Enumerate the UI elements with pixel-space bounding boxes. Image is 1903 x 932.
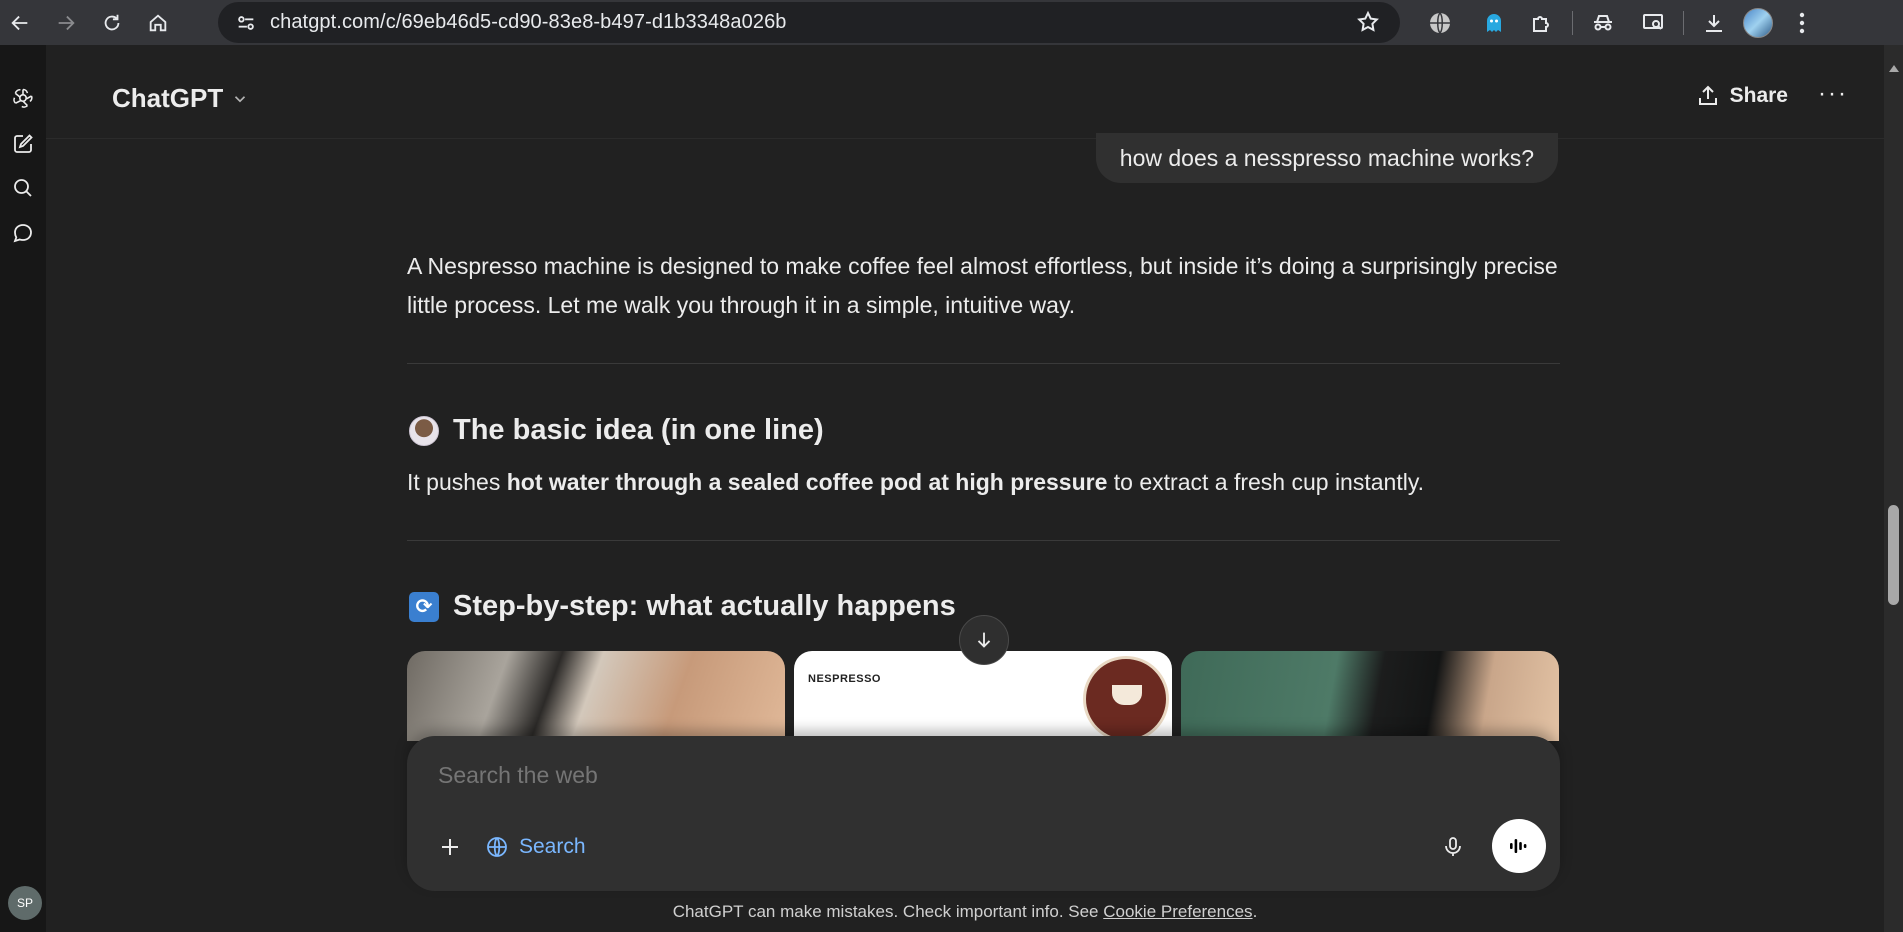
heading-basic-idea-text: The basic idea (in one line) [453, 414, 824, 446]
share-button[interactable]: Share [1696, 84, 1788, 108]
heading-step-by-step-text: Step-by-step: what actually happens [453, 590, 956, 622]
assistant-intro-paragraph: A Nespresso machine is designed to make … [407, 253, 1558, 318]
add-attachment-button[interactable] [433, 830, 467, 864]
scrollbar-thumb[interactable] [1888, 505, 1899, 605]
chevron-down-icon [235, 95, 246, 102]
screen-search-icon[interactable] [1631, 1, 1675, 45]
heading-step-by-step: ⟳ Step-by-step: what actually happens [409, 590, 956, 623]
coffee-logo [1083, 656, 1169, 741]
reload-icon[interactable] [94, 5, 130, 41]
browser-toolbar: chatgpt.com/c/69eb46d5-cd90-83e8-b497-d1… [0, 0, 1903, 45]
back-icon[interactable] [2, 5, 38, 41]
basic-idea-text-before: It pushes [407, 469, 507, 495]
cycle-arrows-icon: ⟳ [409, 591, 439, 622]
chat-icon[interactable] [6, 216, 40, 250]
page-scrollbar[interactable] [1884, 45, 1903, 932]
disclaimer-end: . [1252, 902, 1258, 921]
search-icon[interactable] [6, 171, 40, 205]
url-text[interactable]: chatgpt.com/c/69eb46d5-cd90-83e8-b497-d1… [270, 11, 787, 34]
profile-avatar[interactable] [1736, 1, 1780, 45]
image-result-3[interactable] [1181, 651, 1559, 741]
basic-idea-bold-text: hot water through a sealed coffee pod at… [506, 469, 1108, 495]
search-tool-label: Search [519, 835, 586, 858]
forward-icon[interactable] [48, 5, 84, 41]
image-result-1[interactable] [407, 651, 785, 741]
model-selector[interactable]: ChatGPT [112, 83, 249, 114]
scroll-to-bottom-button[interactable] [959, 615, 1009, 665]
model-title: ChatGPT [112, 83, 224, 113]
voice-mode-button[interactable] [1492, 819, 1546, 873]
more-options-button[interactable]: ··· [1818, 82, 1848, 106]
basic-idea-paragraph: It pushes hot water through a sealed cof… [407, 469, 1560, 496]
heading-basic-idea: The basic idea (in one line) [409, 414, 824, 447]
openai-logo-icon[interactable] [6, 81, 40, 115]
home-icon[interactable] [140, 5, 176, 41]
address-bar[interactable]: chatgpt.com/c/69eb46d5-cd90-83e8-b497-d1… [218, 2, 1400, 43]
share-label: Share [1729, 84, 1788, 107]
microphone-button[interactable] [1438, 832, 1468, 862]
scroll-up-arrow-icon[interactable] [1889, 65, 1899, 72]
section-divider [407, 363, 1560, 364]
disclaimer-text: ChatGPT can make mistakes. Check importa… [46, 902, 1884, 922]
prompt-input[interactable] [438, 762, 1438, 789]
section-divider [407, 540, 1560, 541]
ghost-icon[interactable] [1472, 1, 1516, 45]
puzzle-icon[interactable] [1520, 1, 1564, 45]
globe-icon[interactable] [1418, 1, 1462, 45]
message-composer: Search [407, 736, 1560, 891]
download-icon[interactable] [1692, 1, 1736, 45]
disclaimer-body: ChatGPT can make mistakes. Check importa… [672, 902, 1104, 921]
extension-toolbar [1418, 0, 1824, 45]
bookmark-star-icon[interactable] [1356, 10, 1380, 39]
toolbar-divider [1572, 10, 1573, 35]
sidebar-rail: SP [0, 45, 46, 932]
share-icon [1698, 85, 1717, 105]
cookie-preferences-link[interactable]: Cookie Preferences [1103, 902, 1252, 921]
toolbar-divider [1683, 10, 1684, 35]
site-info-icon[interactable] [226, 3, 266, 43]
search-tool-button[interactable]: Search [485, 830, 586, 864]
coffee-cup-icon [409, 415, 439, 446]
menu-dots-icon[interactable] [1780, 1, 1824, 45]
incognito-icon[interactable] [1581, 1, 1625, 45]
nespresso-brand-text: NESPRESSO [808, 673, 881, 685]
chat-header: ChatGPT Share ··· [46, 45, 1884, 139]
user-message: how does a nesspresso machine works? [1095, 133, 1558, 183]
user-avatar[interactable]: SP [8, 886, 42, 920]
new-chat-icon[interactable] [6, 127, 40, 161]
conversation-area: how does a nesspresso machine works? A N… [46, 133, 1884, 932]
globe-icon [487, 837, 507, 857]
basic-idea-text-after: to extract a fresh cup instantly. [1107, 469, 1424, 495]
